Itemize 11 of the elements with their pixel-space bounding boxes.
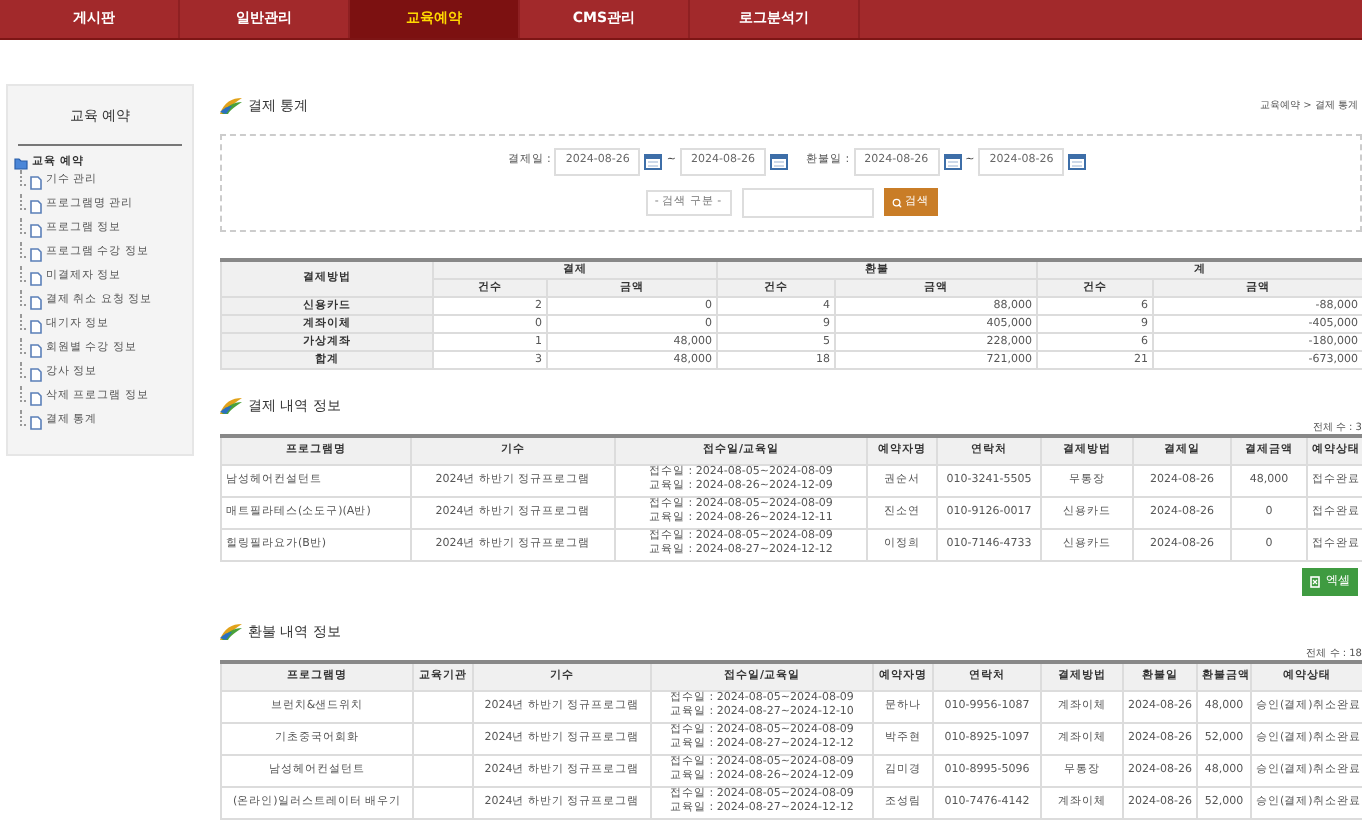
spreadsheet-icon bbox=[1310, 575, 1320, 587]
calendar-icon[interactable] bbox=[770, 153, 788, 169]
search-icon bbox=[891, 197, 901, 207]
leaf-icon bbox=[220, 98, 242, 115]
keyword-field[interactable] bbox=[741, 187, 873, 217]
leaf-icon bbox=[220, 623, 242, 640]
leaf-icon bbox=[220, 397, 242, 414]
folder-icon bbox=[14, 155, 28, 170]
calendar-icon[interactable] bbox=[644, 153, 663, 169]
calendar-icon[interactable] bbox=[1068, 153, 1087, 169]
calendar-icon[interactable] bbox=[943, 153, 962, 169]
